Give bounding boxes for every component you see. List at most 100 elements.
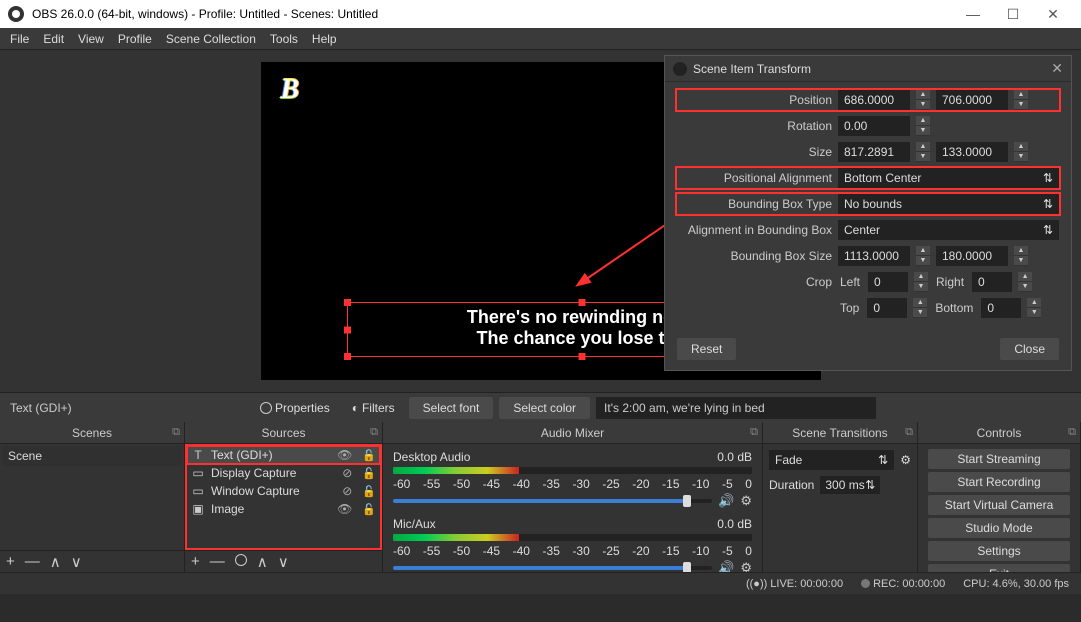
source-item[interactable]: ▣Image👁🔓 — [187, 500, 380, 518]
gear-icon — [260, 402, 272, 414]
source-item[interactable]: ▭Window Capture⊘🔓 — [187, 482, 380, 500]
filters-button[interactable]: ◐Filters — [344, 398, 403, 418]
speaker-icon[interactable]: 🔊 — [718, 493, 734, 509]
spinner-icon[interactable]: ▲▼ — [914, 272, 928, 292]
visibility-toggle[interactable]: ⊘ — [342, 466, 352, 480]
transition-select[interactable]: Fade⇅ — [769, 450, 894, 470]
spinner-icon[interactable]: ▲▼ — [1018, 272, 1032, 292]
bbox-h-input: 180.0000 — [936, 246, 1008, 266]
reset-button[interactable]: Reset — [677, 338, 736, 360]
properties-button[interactable]: Properties — [252, 398, 338, 418]
settings-button[interactable]: Settings — [928, 541, 1070, 561]
exit-button[interactable]: Exit — [928, 564, 1070, 572]
visibility-toggle[interactable]: 👁 — [337, 502, 352, 516]
source-down-button[interactable]: ∨ — [278, 553, 289, 571]
spinner-icon[interactable]: ▲▼ — [916, 90, 930, 110]
position-x-input[interactable]: 686.0000 — [838, 90, 910, 110]
source-up-button[interactable]: ∧ — [257, 553, 268, 571]
add-source-button[interactable]: + — [191, 553, 200, 570]
crop-left-input[interactable]: 0 — [868, 272, 908, 292]
crop-label: Crop — [677, 275, 832, 289]
source-props-button[interactable] — [235, 553, 247, 570]
close-button[interactable]: ✕ — [1033, 0, 1073, 28]
source-item[interactable]: ▭Display Capture⊘🔓 — [187, 464, 380, 482]
menu-tools[interactable]: Tools — [270, 32, 298, 46]
start-streaming-button[interactable]: Start Streaming — [928, 449, 1070, 469]
visibility-toggle[interactable]: ⊘ — [342, 484, 352, 498]
text-content-input[interactable] — [596, 397, 876, 419]
lock-toggle[interactable]: 🔓 — [362, 503, 376, 516]
dock-icon[interactable]: ⧉ — [905, 426, 913, 439]
menubar: File Edit View Profile Scene Collection … — [0, 28, 1081, 50]
remove-scene-button[interactable]: — — [25, 553, 40, 570]
crop-top-input[interactable]: 0 — [867, 298, 907, 318]
dock-icon[interactable]: ⧉ — [750, 426, 758, 439]
bbox-type-select[interactable]: No bounds⇅ — [838, 194, 1059, 214]
source-item[interactable]: TText (GDI+)👁🔓 — [187, 446, 380, 464]
select-font-button[interactable]: Select font — [409, 397, 494, 419]
crop-right-input[interactable]: 0 — [972, 272, 1012, 292]
sources-footer: + — ∧ ∨ — [185, 550, 382, 572]
select-color-button[interactable]: Select color — [499, 397, 590, 419]
track-label: Mic/Aux — [393, 517, 436, 531]
menu-profile[interactable]: Profile — [118, 32, 152, 46]
menu-file[interactable]: File — [10, 32, 29, 46]
dialog-logo-icon — [673, 62, 687, 76]
chevron-icon: ⇅ — [1043, 197, 1053, 211]
lock-toggle[interactable]: 🔓 — [362, 467, 376, 480]
align-bbox-select: Center⇅ — [838, 220, 1059, 240]
dock-icon[interactable]: ⧉ — [172, 426, 180, 439]
remove-source-button[interactable]: — — [210, 553, 225, 570]
crop-top-label: Top — [838, 301, 861, 315]
dock-icon[interactable]: ⧉ — [370, 426, 378, 439]
menu-view[interactable]: View — [78, 32, 104, 46]
volume-slider[interactable] — [393, 566, 712, 570]
menu-help[interactable]: Help — [312, 32, 337, 46]
start-virtual-camera-button[interactable]: Start Virtual Camera — [928, 495, 1070, 515]
spinner-icon[interactable]: ▲▼ — [1027, 298, 1041, 318]
scene-up-button[interactable]: ∧ — [50, 553, 61, 571]
chevron-icon: ⇅ — [865, 478, 875, 492]
pos-align-select[interactable]: Bottom Center⇅ — [838, 168, 1059, 188]
spinner-icon[interactable]: ▲▼ — [916, 142, 930, 162]
duration-input[interactable]: 300 ms⇅ — [820, 476, 880, 494]
transitions-title: Scene Transitions — [792, 426, 887, 440]
scene-item[interactable]: Scene — [2, 446, 182, 466]
close-dialog-button[interactable]: Close — [1000, 338, 1059, 360]
start-recording-button[interactable]: Start Recording — [928, 472, 1070, 492]
visibility-toggle[interactable]: 👁 — [337, 448, 352, 462]
dialog-titlebar[interactable]: Scene Item Transform ✕ — [665, 56, 1071, 82]
window-titlebar: OBS 26.0.0 (64-bit, windows) - Profile: … — [0, 0, 1081, 28]
menu-edit[interactable]: Edit — [43, 32, 64, 46]
track-settings-icon[interactable]: ⚙ — [740, 560, 752, 572]
add-scene-button[interactable]: + — [6, 553, 15, 570]
scene-down-button[interactable]: ∨ — [71, 553, 82, 571]
transition-settings-icon[interactable]: ⚙ — [900, 453, 911, 467]
menu-scene-collection[interactable]: Scene Collection — [166, 32, 256, 46]
position-y-input[interactable]: 706.0000 — [936, 90, 1008, 110]
lock-toggle[interactable]: 🔓 — [362, 449, 376, 462]
maximize-button[interactable]: ☐ — [993, 0, 1033, 28]
rotation-input[interactable]: 0.00 — [838, 116, 910, 136]
source-label: Image — [211, 502, 244, 516]
track-settings-icon[interactable]: ⚙ — [740, 493, 752, 509]
spinner-icon[interactable]: ▲▼ — [913, 298, 927, 318]
size-h-input[interactable]: 133.0000 — [936, 142, 1008, 162]
desktop-audio-track: Desktop Audio0.0 dB -60-55-50-45-40-35-3… — [385, 446, 760, 513]
minimize-button[interactable]: — — [953, 0, 993, 28]
speaker-icon[interactable]: 🔊 — [718, 560, 734, 572]
spinner-icon[interactable]: ▲▼ — [1014, 142, 1028, 162]
bbox-size-label: Bounding Box Size — [677, 249, 832, 263]
spinner-icon[interactable]: ▲▼ — [1014, 90, 1028, 110]
volume-slider[interactable] — [393, 499, 712, 503]
lock-toggle[interactable]: 🔓 — [362, 485, 376, 498]
size-w-input[interactable]: 817.2891 — [838, 142, 910, 162]
scenes-title: Scenes — [72, 426, 112, 440]
transitions-panel: Scene Transitions⧉ Fade⇅ ⚙ Duration 300 … — [763, 422, 918, 572]
spinner-icon[interactable]: ▲▼ — [916, 116, 930, 136]
studio-mode-button[interactable]: Studio Mode — [928, 518, 1070, 538]
crop-bottom-input[interactable]: 0 — [981, 298, 1021, 318]
dialog-close-button[interactable]: ✕ — [1051, 60, 1063, 77]
dock-icon[interactable]: ⧉ — [1068, 426, 1076, 439]
source-type-icon: ▭ — [191, 466, 205, 480]
